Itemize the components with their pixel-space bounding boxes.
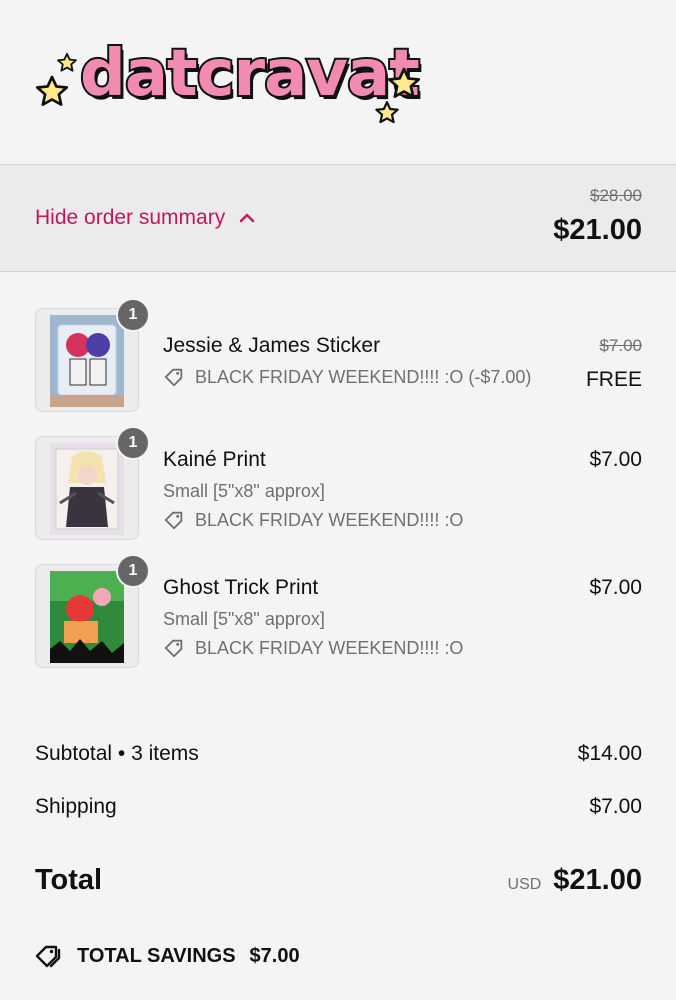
item-price: $7.00 [589,576,642,599]
shipping-label: Shipping [35,795,117,818]
line-item: 1 Kainé Print Small [5"x8" approx] BLACK… [0,426,676,546]
product-image [50,571,124,663]
total-label: Total [35,864,103,896]
tag-icon [164,511,183,530]
item-price: FREE [585,368,642,391]
order-total-header: $21.00 [553,214,642,246]
store-logo-text: datcravat [78,37,422,111]
chevron-up-icon [240,213,255,223]
total-value: $21.00 [553,864,642,896]
discount-label: BLACK FRIDAY WEEKEND!!!! :O [195,637,464,658]
star-decoration [35,75,69,106]
tag-icon [164,368,183,387]
product-name: Jessie & James Sticker [163,334,381,357]
currency-code: USD [507,876,542,893]
savings-value: $7.00 [249,944,300,967]
original-price: $7.00 [599,336,642,355]
star-decoration [387,67,421,98]
discount-label: BLACK FRIDAY WEEKEND!!!! :O [195,509,464,530]
store-header: datcravat [0,0,676,164]
quantity-badge: 1 [116,298,150,332]
item-price: $7.00 [589,448,642,471]
original-order-total: $28.00 [590,186,642,205]
product-variant: Small [5"x8" approx] [163,609,325,629]
shipping-row: Shipping $7.00 [35,795,642,819]
discount-line: BLACK FRIDAY WEEKEND!!!! :O [163,509,463,531]
line-item: 1 Jessie & James Sticker BLACK FRIDAY WE… [0,298,676,418]
discount-line: BLACK FRIDAY WEEKEND!!!! :O (-$7.00) [163,366,531,388]
quantity-badge: 1 [116,426,150,460]
tag-icon [164,639,183,658]
shipping-value: $7.00 [589,795,642,818]
quantity-badge: 1 [116,554,150,588]
product-image [50,315,124,407]
total-savings: TOTAL SAVINGS $7.00 [35,943,300,969]
product-name: Kainé Print [163,448,266,471]
product-variant: Small [5"x8" approx] [163,481,325,501]
savings-label: TOTAL SAVINGS [77,944,236,967]
store-logo[interactable]: datcravat [30,30,430,135]
subtotal-label: Subtotal • 3 items [35,742,199,765]
hide-order-summary-toggle[interactable]: Hide order summary [35,206,255,230]
tags-icon [35,945,61,968]
total-amount-group: USD $21.00 [508,864,642,897]
product-name: Ghost Trick Print [163,576,319,599]
star-decoration [57,52,77,72]
product-image [50,443,124,535]
discount-line: BLACK FRIDAY WEEKEND!!!! :O [163,637,463,659]
subtotal-value: $14.00 [577,742,642,765]
line-item: 1 Ghost Trick Print Small [5"x8" approx]… [0,554,676,674]
star-decoration [375,101,399,124]
subtotal-row: Subtotal • 3 items $14.00 [35,742,642,766]
total-row: Total USD $21.00 [35,864,642,897]
discount-label: BLACK FRIDAY WEEKEND!!!! :O (-$7.00) [195,366,532,387]
toggle-label: Hide order summary [35,206,226,229]
